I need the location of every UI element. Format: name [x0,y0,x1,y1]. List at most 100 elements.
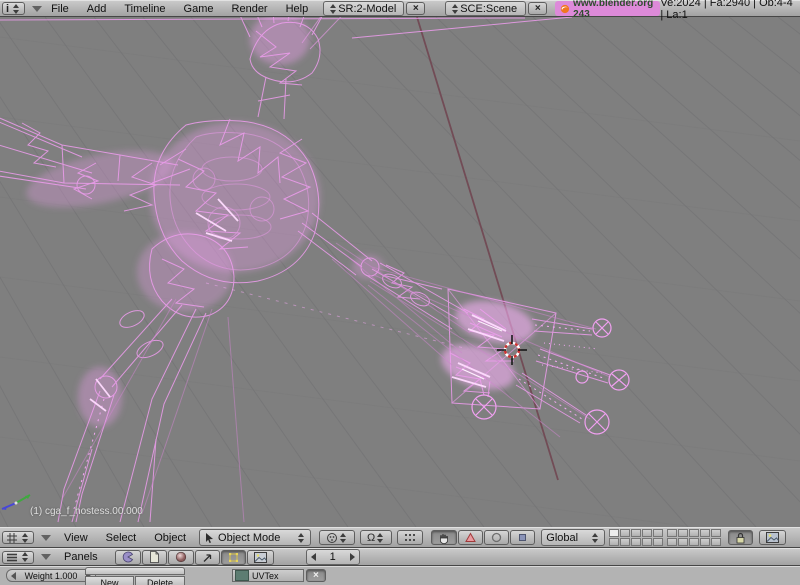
header-collapse-icon[interactable] [32,6,42,12]
frame-increment-icon[interactable] [350,553,355,561]
screen-close-button[interactable]: × [406,2,425,15]
grid-lines [0,17,800,527]
buttons-editor-type-button[interactable] [2,551,34,564]
uvtex-active-swatch[interactable] [235,570,249,581]
orientation-dropdown[interactable]: Global [541,529,605,546]
menu-timeline[interactable]: Timeline [115,3,174,15]
weight-decrement-icon[interactable] [11,572,16,580]
info-window-icon: i [6,3,9,15]
version-banner: www.blender.org 243 [555,1,660,16]
scene-close-button[interactable]: × [528,2,547,15]
delete-button-label: Delete [147,578,173,585]
manipulator-scale-button[interactable] [510,530,535,545]
version-text: www.blender.org 243 [573,0,655,20]
editing-mesh-icon [228,552,239,563]
vertex-group-delete-button[interactable]: Delete [135,576,185,585]
editing-context-button[interactable] [221,550,246,565]
uvtex-name-field[interactable]: UVTex [232,569,304,582]
viewport-canvas[interactable] [0,17,800,527]
mode-value: Object Mode [218,532,296,544]
wireframe-model[interactable] [0,17,629,522]
active-object-label: (1) cga_f_hostess.00.000 [30,506,143,517]
rotate-circle-icon [491,532,502,543]
draw-type-icon [326,532,338,544]
scene-stepper-icon [452,4,458,14]
manipulator-hand-button[interactable] [431,530,457,545]
scene-selector[interactable]: SCE:Scene [445,1,526,16]
close-icon: × [413,4,419,14]
logic-icon [122,551,134,563]
render-preview-button[interactable] [759,530,786,545]
shading-context-button[interactable] [168,550,194,565]
screen-selector-value: SR:2-Model [338,3,396,15]
pivot-dropdown[interactable]: Ω [360,530,392,545]
uvtex-name: UVTex [252,571,279,581]
scene-selector-value: SCE:Scene [460,3,517,15]
manipulator-rotate-button[interactable] [484,530,509,545]
orientation-stepper-icon [592,533,598,543]
manipulator-group [431,530,535,545]
weight-field[interactable]: Weight 1.000 [6,569,96,582]
script-icon [149,551,160,563]
object-context-button[interactable] [195,550,220,565]
mode-dropdown[interactable]: Object Mode [199,529,311,546]
menu-render[interactable]: Render [223,3,277,15]
blender-window: i File Add Timeline Game Render Help SR:… [0,0,800,585]
menu-select[interactable]: Select [97,532,146,544]
top-header: i File Add Timeline Game Render Help SR:… [0,0,800,17]
editor-type-stepper-icon [22,533,28,543]
image-icon [766,532,779,543]
new-button-label: New [100,578,118,585]
vertex-group-new-button[interactable]: New [85,576,134,585]
buttons-editor-icon [6,552,18,563]
editor-type-button[interactable] [2,531,34,544]
logic-context-button[interactable] [115,550,141,565]
center-points-button[interactable] [397,530,423,545]
object-arrow-icon [202,552,213,563]
translate-triangle-icon [465,532,476,543]
header-collapse-icon[interactable] [41,554,51,560]
close-icon: × [313,571,319,581]
buttons-editor-stepper-icon [22,552,28,562]
frame-number-value: 1 [330,551,336,563]
view-axis-indicator [2,495,30,510]
window-type-button[interactable]: i [2,2,25,15]
object-mode-icon [204,532,215,543]
screen-selector[interactable]: SR:2-Model [323,1,404,16]
menu-game[interactable]: Game [175,3,223,15]
center-points-icon [404,533,416,543]
frame-number-field[interactable]: 1 [306,549,360,565]
menu-add[interactable]: Add [78,3,116,15]
uvtex-delete-button[interactable]: × [306,569,326,582]
draw-type-stepper-icon [340,533,346,543]
scene-image-icon [254,552,267,563]
menu-object[interactable]: Object [145,532,195,544]
view3d-header: View Select Object Object Mode Ω [0,527,800,548]
header-collapse-icon[interactable] [41,535,51,541]
draw-type-dropdown[interactable] [319,530,355,545]
script-context-button[interactable] [142,550,167,565]
manipulator-translate-button[interactable] [458,530,483,545]
buttons-header: Panels [0,548,800,566]
lock-icon [735,532,746,544]
layer-buttons-1[interactable] [609,529,663,546]
scene-context-button[interactable] [247,550,274,565]
blender-logo-icon [560,3,570,15]
vertex-group-selector[interactable] [85,567,185,575]
menu-view[interactable]: View [55,532,97,544]
layer-lock-button[interactable] [728,530,753,545]
context-button-group [115,550,274,565]
layer-buttons-2[interactable] [667,529,721,546]
screen-stepper-icon [330,4,336,14]
menu-panels[interactable]: Panels [55,551,107,563]
orientation-value: Global [546,532,590,544]
window-type-stepper-icon [13,4,19,14]
frame-decrement-icon[interactable] [311,553,316,561]
shading-sphere-icon [175,551,187,563]
menu-help[interactable]: Help [277,3,318,15]
scene-stats: Ve:2024 | Fa:2940 | Ob:4-4 | La:1 [660,0,795,21]
weight-value: Weight 1.000 [25,571,78,581]
hand-icon [438,532,450,544]
menu-file[interactable]: File [42,3,78,15]
viewport-3d[interactable]: (1) cga_f_hostess.00.000 [0,17,800,527]
